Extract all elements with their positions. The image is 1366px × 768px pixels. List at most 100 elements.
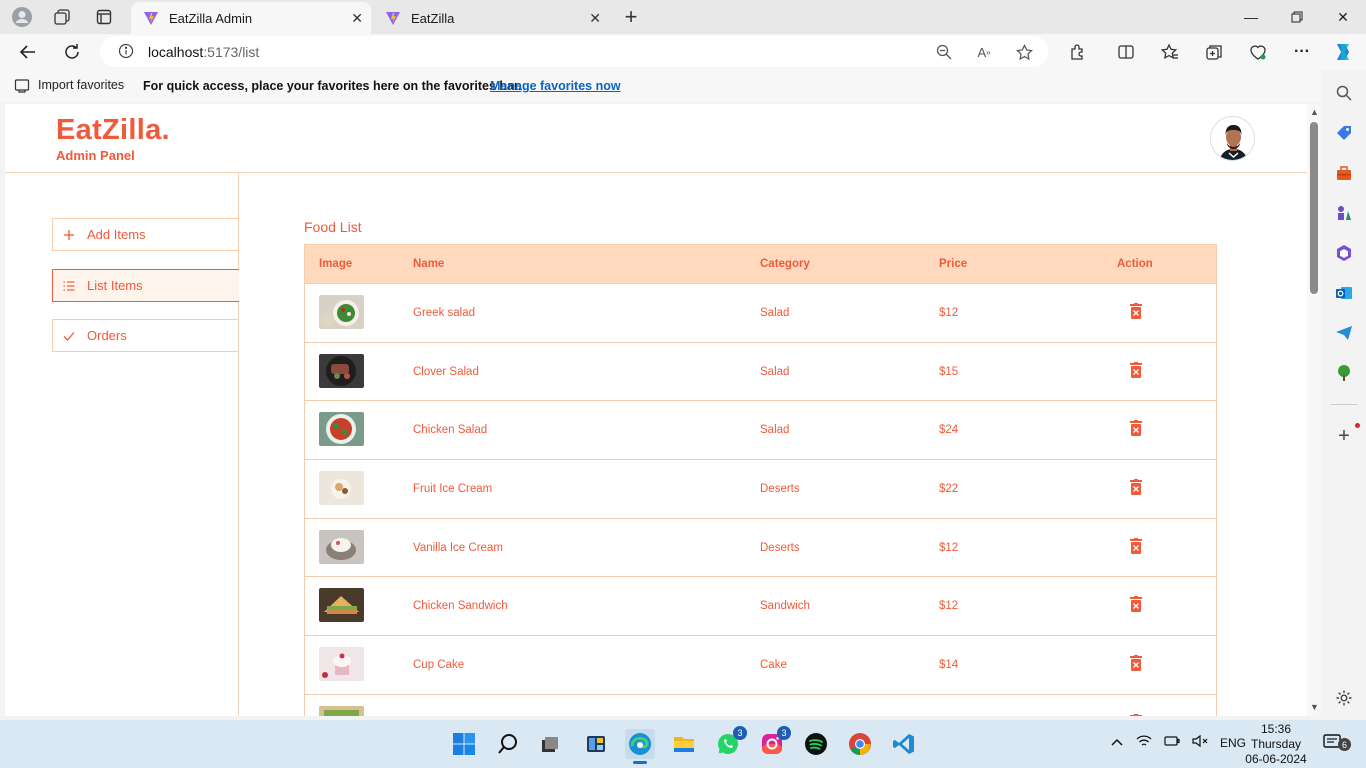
- import-favorites-button[interactable]: Import favorites: [14, 77, 124, 93]
- instagram-icon[interactable]: 3: [757, 726, 791, 759]
- close-tab-icon[interactable]: ✕: [351, 10, 363, 27]
- telegram-send-icon[interactable]: [1333, 322, 1355, 344]
- app-logo[interactable]: EatZilla.: [56, 114, 170, 147]
- copilot-icon[interactable]: [1331, 40, 1355, 64]
- manage-favorites-link[interactable]: Manage favorites now: [490, 79, 621, 93]
- chevron-up-icon[interactable]: [1110, 736, 1124, 750]
- favorites-icon[interactable]: [1158, 40, 1182, 64]
- table-row: Chicken Sandwich Sandwich $12: [304, 577, 1217, 637]
- workspaces-icon[interactable]: [50, 5, 74, 29]
- settings-gear-icon[interactable]: [1333, 687, 1355, 709]
- close-window-icon[interactable]: ✕: [1332, 6, 1354, 28]
- food-price: $12: [939, 600, 959, 613]
- notification-dot: [1355, 423, 1360, 428]
- page-viewport: EatZilla. Admin Panel Add Items List Ite…: [5, 104, 1307, 716]
- page-scrollbar[interactable]: ▲ ▼: [1307, 104, 1321, 716]
- tab-eatzilla-admin[interactable]: EatZilla Admin ✕: [131, 2, 371, 34]
- vscode-icon[interactable]: [889, 729, 919, 759]
- scroll-thumb[interactable]: [1310, 122, 1318, 294]
- column-header-category: Category: [760, 258, 810, 270]
- sidebar-item-orders[interactable]: Orders: [52, 319, 239, 352]
- food-image: [319, 295, 364, 329]
- food-category: Deserts: [760, 541, 800, 554]
- collections-icon[interactable]: [1202, 40, 1226, 64]
- url-path: :5173/list: [203, 43, 260, 60]
- whatsapp-icon[interactable]: 3: [713, 726, 747, 759]
- battery-icon[interactable]: [1164, 735, 1180, 750]
- food-name: Chicken Sandwich: [413, 600, 508, 613]
- delete-icon[interactable]: [1130, 303, 1142, 319]
- volume-muted-icon[interactable]: [1192, 734, 1208, 751]
- games-icon[interactable]: [1333, 202, 1355, 224]
- delete-icon[interactable]: [1130, 479, 1142, 496]
- column-header-price: Price: [939, 258, 968, 270]
- read-aloud-icon[interactable]: A»: [972, 40, 996, 64]
- refresh-icon[interactable]: [60, 40, 84, 64]
- spotify-icon[interactable]: [801, 729, 831, 759]
- delete-icon[interactable]: [1130, 596, 1142, 613]
- delete-icon[interactable]: [1130, 713, 1142, 716]
- favorite-star-icon[interactable]: [1012, 40, 1036, 64]
- extensions-icon[interactable]: [1066, 40, 1090, 64]
- chrome-icon[interactable]: [845, 729, 875, 759]
- sidebar-item-list-items[interactable]: List Items: [52, 269, 239, 302]
- food-category: Salad: [760, 365, 790, 378]
- clock-time: 15:36: [1260, 722, 1292, 736]
- new-tab-icon[interactable]: +: [619, 4, 643, 29]
- edge-browser-icon[interactable]: [625, 729, 655, 764]
- notification-bell-icon[interactable]: 6: [1323, 734, 1351, 757]
- site-info-icon[interactable]: [118, 43, 134, 59]
- tree-icon[interactable]: [1333, 362, 1355, 384]
- minimize-icon[interactable]: —: [1240, 6, 1262, 28]
- outlook-icon[interactable]: [1333, 282, 1355, 304]
- search-icon[interactable]: [1333, 82, 1355, 104]
- tab-title: EatZilla: [411, 10, 455, 26]
- clock[interactable]: 15:36 Thursday 06-06-2024: [1240, 722, 1312, 767]
- food-price: $14: [939, 659, 959, 672]
- wifi-icon[interactable]: [1136, 734, 1152, 751]
- food-price: $12: [939, 541, 959, 554]
- list-icon: [63, 280, 77, 292]
- sidebar-item-add-items[interactable]: Add Items: [52, 218, 239, 251]
- table-row: Greek salad Salad $12: [304, 284, 1217, 343]
- close-tab-icon[interactable]: ✕: [589, 10, 601, 27]
- import-favorites-label: Import favorites: [38, 78, 125, 92]
- food-name: Cup Cake: [413, 659, 465, 672]
- delete-icon[interactable]: [1130, 420, 1142, 437]
- delete-icon[interactable]: [1130, 537, 1142, 554]
- food-price: $12: [939, 307, 959, 319]
- tools-icon[interactable]: [1333, 162, 1355, 184]
- back-icon[interactable]: [16, 40, 40, 64]
- profile-icon[interactable]: [10, 5, 34, 29]
- url-field[interactable]: localhost:5173/list: [100, 36, 1048, 67]
- food-image: [319, 529, 364, 564]
- delete-icon[interactable]: [1130, 655, 1142, 672]
- table-row: [304, 694, 1217, 716]
- tab-actions-icon[interactable]: [92, 5, 116, 29]
- food-name: Clover Salad: [413, 365, 479, 378]
- tab-eatzilla[interactable]: EatZilla ✕: [373, 2, 609, 34]
- food-image: [319, 588, 364, 623]
- widgets-icon[interactable]: [581, 729, 611, 759]
- scroll-up-icon[interactable]: ▲: [1310, 107, 1319, 117]
- microsoft-365-icon[interactable]: [1333, 242, 1355, 264]
- delete-icon[interactable]: [1130, 361, 1142, 378]
- table-row: Chicken Salad Salad $24: [304, 401, 1217, 461]
- shopping-tag-icon[interactable]: [1333, 122, 1355, 144]
- scroll-down-icon[interactable]: ▼: [1310, 702, 1319, 712]
- add-sidebar-app-icon[interactable]: +: [1333, 425, 1355, 447]
- search-icon[interactable]: [493, 729, 523, 759]
- clock-day: Thursday: [1250, 737, 1302, 751]
- task-view-icon[interactable]: [535, 729, 565, 759]
- start-windows-icon[interactable]: [449, 729, 479, 759]
- restore-icon[interactable]: [1286, 6, 1308, 28]
- split-screen-icon[interactable]: [1114, 40, 1138, 64]
- more-menu-icon[interactable]: ···: [1290, 40, 1314, 64]
- avatar[interactable]: [1210, 116, 1255, 161]
- app-header: EatZilla. Admin Panel: [5, 104, 1307, 173]
- zoom-icon[interactable]: [932, 40, 956, 64]
- quick-access-text: For quick access, place your favorites h…: [143, 79, 522, 93]
- food-image: [319, 705, 364, 716]
- browser-essentials-icon[interactable]: [1246, 40, 1270, 64]
- file-explorer-icon[interactable]: [669, 729, 699, 759]
